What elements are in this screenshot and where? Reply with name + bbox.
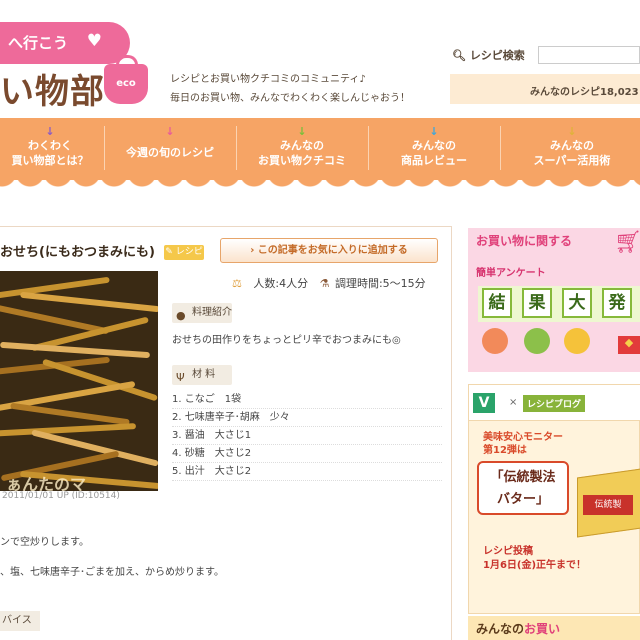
nav-item-shopping-reviews[interactable]: ↓ みんなの お買い物クチコミ bbox=[240, 118, 364, 180]
monitor-campaign-banner[interactable]: V × レシピブログ 美味安心モニター 第12弾は 「伝統製法 バター」 伝統製… bbox=[468, 384, 640, 614]
nav-item-seasonal-recipes[interactable]: ↓ 今週の旬のレシピ bbox=[108, 118, 232, 180]
arrow-down-icon: ↓ bbox=[429, 125, 439, 138]
smiley-icon bbox=[564, 328, 590, 354]
cook-time-text: 調理時間:5〜15分 bbox=[334, 277, 426, 290]
nav-divider bbox=[500, 126, 501, 170]
survey-banner[interactable]: お買い物に関する 簡単アンケート 🛒︎ 結 果 大 発 ◆ bbox=[468, 228, 640, 372]
campaign-product-name: 「伝統製法 バター」 bbox=[477, 461, 569, 515]
recipe-tag-badge[interactable]: ✎ レシピ bbox=[164, 245, 204, 260]
photo-texture bbox=[0, 341, 151, 359]
arrow-down-icon: ↓ bbox=[165, 125, 175, 138]
survey-tiles: 結 果 大 発 bbox=[478, 286, 640, 322]
nav-scallop-edge bbox=[0, 172, 640, 194]
main-nav: ↓ わくわく 買い物部とは？ ↓ 今週の旬のレシピ ↓ みんなの お買い物クチコ… bbox=[0, 118, 640, 180]
recipe-search-label: 🔍︎ レシピ検索 bbox=[452, 49, 525, 62]
ingredients-section-label: Ψ 材 料 bbox=[172, 365, 232, 385]
survey-tile: 結 bbox=[482, 288, 512, 318]
arrow-right-icon: › bbox=[250, 245, 255, 256]
campaign-header: V × レシピブログ bbox=[469, 385, 640, 421]
recipe-count-banner[interactable]: みんなのレシピ18,023 bbox=[450, 74, 640, 104]
photo-caption: 2011/01/01 UP (ID:10514) bbox=[2, 491, 120, 501]
intro-section-label: ● 料理紹介 bbox=[172, 303, 232, 323]
eco-bag-icon: eco bbox=[104, 55, 148, 104]
nav-item-supermarket-tips[interactable]: ↓ みんなの スーパー活用術 bbox=[504, 118, 640, 180]
search-icon: 🔍︎ bbox=[452, 49, 466, 62]
recipe-step-1: ンで空炒りします。 bbox=[0, 537, 89, 548]
servings-text: 人数:4人分 bbox=[253, 277, 309, 290]
nav-divider bbox=[236, 126, 237, 170]
survey-subheading: 簡単アンケート bbox=[476, 268, 546, 279]
cutlery-icon: Ψ bbox=[176, 371, 185, 384]
servings-icon: ⚖ bbox=[232, 277, 242, 290]
recipe-article: おせち(にもおつまみにも) ✎ レシピ › この記事をお気に入りに追加する ぁん… bbox=[0, 226, 452, 640]
tag-icon: ✎ bbox=[165, 247, 173, 257]
butter-box-label: 伝統製 bbox=[583, 495, 633, 515]
list-item: 5. 出汁 大さじ2 bbox=[172, 463, 442, 481]
recipe-intro: おせちの田作りをちょっとピリ辛でおつまみにも◎ bbox=[172, 335, 401, 346]
nav-divider bbox=[104, 126, 105, 170]
arrow-down-icon: ↓ bbox=[297, 125, 307, 138]
recipe-photo[interactable]: ぁんたのマ bbox=[0, 271, 158, 491]
recipe-blog-logo: レシピブログ bbox=[523, 395, 586, 412]
photo-texture bbox=[0, 423, 137, 437]
clock-icon: ⚗ bbox=[319, 277, 330, 290]
photo-texture bbox=[20, 291, 158, 313]
campaign-title: 美味安心モニター 第12弾は bbox=[483, 432, 563, 456]
survey-heading: お買い物に関する bbox=[476, 234, 573, 248]
list-item: 4. 砂糖 大さじ2 bbox=[172, 445, 442, 463]
sponsor-logo-icon: V bbox=[473, 393, 495, 413]
nav-divider bbox=[368, 126, 369, 170]
brand-mark-icon: ◆ bbox=[618, 336, 640, 354]
nav-item-about[interactable]: ↓ わくわく 買い物部とは？ bbox=[0, 118, 100, 180]
arrow-down-icon: ↓ bbox=[567, 125, 577, 138]
survey-tile: 果 bbox=[522, 288, 552, 318]
site-tagline: レシピとお買い物クチコミのコミュニティ♪ 毎日のお買い物、みんなでわくわく楽しん… bbox=[170, 70, 410, 108]
heart-icon: ♥ bbox=[86, 31, 102, 51]
arrow-down-icon: ↓ bbox=[45, 125, 55, 138]
bubble-text: へ行こう bbox=[8, 34, 69, 52]
recipe-step-2: 、塩、七味唐辛子･ごまを加え、からめ炒ります。 bbox=[0, 567, 224, 578]
list-item: 3. 醤油 大さじ1 bbox=[172, 427, 442, 445]
pot-icon: ● bbox=[176, 309, 186, 322]
photo-texture bbox=[10, 402, 130, 426]
vegetable-icon bbox=[524, 328, 550, 354]
shopping-cart-icon: 🛒︎ bbox=[614, 230, 640, 255]
community-banner[interactable]: みんなのお買い bbox=[468, 616, 640, 640]
survey-tile: 発 bbox=[602, 288, 632, 318]
fruit-icon bbox=[482, 328, 508, 354]
photo-watermark: ぁんたのマ bbox=[6, 475, 87, 491]
advice-section-label: バイス bbox=[0, 611, 40, 631]
campaign-deadline: レシピ投稿 1月6日(金)正午まで！ bbox=[483, 546, 587, 571]
add-favorite-button[interactable]: › この記事をお気に入りに追加する bbox=[220, 238, 438, 263]
tagline-line-2: 毎日のお買い物、みんなでわくわく楽しんじゃおう！ bbox=[170, 93, 410, 104]
tagline-line-1: レシピとお買い物クチコミのコミュニティ♪ bbox=[170, 74, 366, 85]
list-item: 1. こなご 1袋 bbox=[172, 391, 442, 409]
recipe-search-input[interactable] bbox=[538, 46, 640, 64]
site-header: へ行こう ♥ い物部 eco レシピとお買い物クチコミのコミュニティ♪ 毎日のお… bbox=[0, 0, 640, 118]
recipe-title: おせち(にもおつまみにも) bbox=[0, 245, 155, 260]
recipe-meta: ⚖ 人数:4人分 ⚗ 調理時間:5〜15分 bbox=[232, 275, 434, 291]
survey-tile: 大 bbox=[562, 288, 592, 318]
list-item: 2. 七味唐辛子･胡麻 少々 bbox=[172, 409, 442, 427]
site-logo[interactable]: い物部 bbox=[0, 64, 105, 113]
header-bubble: へ行こう ♥ bbox=[0, 22, 130, 64]
ingredient-list: 1. こなご 1袋 2. 七味唐辛子･胡麻 少々 3. 醤油 大さじ1 4. 砂… bbox=[172, 391, 442, 481]
nav-item-product-reviews[interactable]: ↓ みんなの 商品レビュー bbox=[372, 118, 496, 180]
collab-mark: × bbox=[509, 397, 518, 408]
